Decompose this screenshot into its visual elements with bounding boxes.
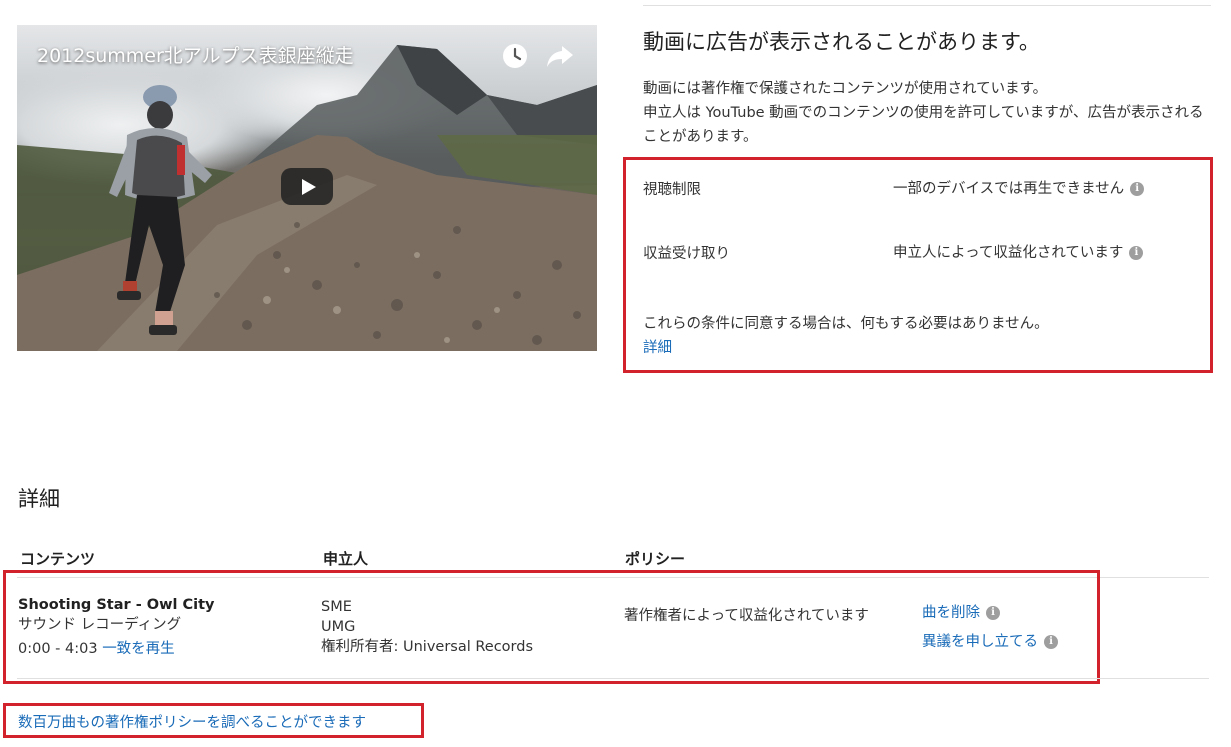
play-button[interactable] [281,168,333,205]
claimant-name: UMG [321,619,356,635]
condition-value-text: 申立人によって収益化されています [893,245,1124,261]
content-type: サウンド レコーディング [18,617,182,633]
column-header-policy: ポリシー [625,550,686,568]
details-link[interactable]: 詳細 [643,336,672,357]
notice-title: 動画に広告が表示されることがあります。 [643,30,1040,54]
time-range: 0:00 - 4:03 [18,641,98,657]
song-title: Shooting Star - Owl City [18,597,215,613]
copyright-policy-link[interactable]: 数百万曲もの著作権ポリシーを調べることができます [18,711,366,732]
info-icon[interactable]: i [1044,635,1058,649]
condition-value-monetization: 申立人によって収益化されています i [893,241,1144,262]
claimant-name: SME [321,599,352,615]
copyright-claim-page: 2012summer北アルプス表銀座縦走 動画に広告が表示されることがあります。… [0,0,1231,747]
condition-label-restriction: 視聴制限 [643,182,701,198]
condition-value-text: 一部のデバイスでは再生できません [893,181,1125,197]
notice-body: 動画には著作権で保護されたコンテンツが使用されています。 申立人は YouTub… [643,77,1211,149]
row-divider [17,678,1209,679]
condition-label-monetization: 収益受け取り [643,246,730,262]
info-icon[interactable]: i [1129,246,1144,260]
top-divider [643,5,1211,6]
info-icon[interactable]: i [1130,182,1145,196]
column-header-claimant: 申立人 [323,550,369,568]
play-match-link[interactable]: 一致を再生 [102,641,175,657]
dispute-link[interactable]: 異議を申し立てる [922,634,1038,650]
condition-value-restriction: 一部のデバイスでは再生できません i [893,177,1145,198]
notice-line: 動画には著作権で保護されたコンテンツが使用されています。 [643,81,1048,97]
info-icon[interactable]: i [986,606,1000,620]
remove-song-link[interactable]: 曲を削除 [922,605,980,621]
share-arrow-icon[interactable] [545,42,575,70]
remove-song-action: 曲を削除 i [922,601,1000,622]
agreement-text: これらの条件に同意する場合は、何もする必要はありません。 [643,316,1049,332]
video-title: 2012summer北アルプス表銀座縦走 [37,45,354,67]
details-title: 詳細 [18,487,60,511]
video-thumbnail[interactable]: 2012summer北アルプス表銀座縦走 [17,25,597,351]
rights-holder: 権利所有者: Universal Records [321,639,534,655]
notice-line: 申立人は YouTube 動画でのコンテンツの使用を許可していますが、広告が表示… [643,105,1204,145]
policy-text: 著作権者によって収益化されています [624,608,869,624]
column-header-content: コンテンツ [20,550,96,568]
dispute-action: 異議を申し立てる i [922,630,1058,651]
clock-icon[interactable] [501,42,529,70]
time-range-line: 0:00 - 4:03 一致を再生 [18,639,175,660]
